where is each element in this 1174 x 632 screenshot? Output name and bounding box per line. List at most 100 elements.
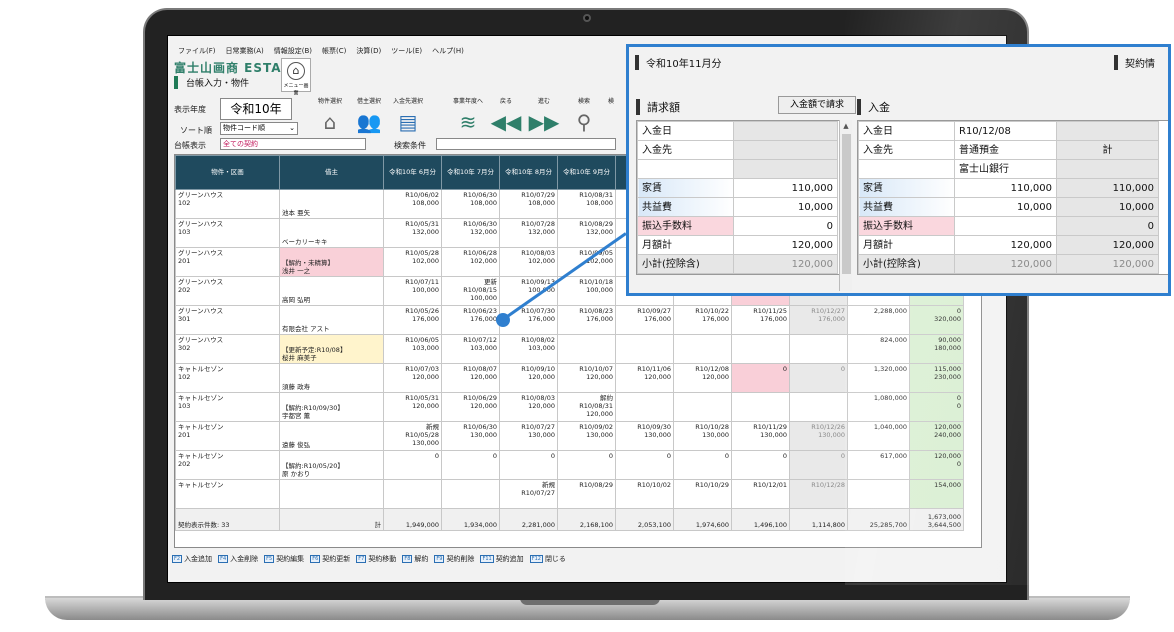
payment-cell[interactable] <box>731 334 790 364</box>
payment-cell[interactable]: 1,040,000 <box>847 421 910 451</box>
year-select[interactable]: 令和10年 <box>220 98 292 120</box>
owner-cell[interactable]: 遠藤 俊弘 <box>279 421 384 451</box>
grid-header-cell[interactable]: 令和10年 6月分 <box>383 155 442 190</box>
payment-cell[interactable]: 90,000 180,000 <box>909 334 964 364</box>
settings-button[interactable]: 検 <box>600 96 622 136</box>
sort-select[interactable]: 物件コード順 ⌄ <box>220 122 298 135</box>
fkey-button-f4[interactable]: F4 入金削除 <box>218 554 258 564</box>
payment-cell[interactable]: R10/10/28 130,000 <box>673 421 732 451</box>
back-button[interactable]: 戻る ◀◀ <box>488 96 524 136</box>
property-cell[interactable]: グリーンハウス 202 <box>175 276 280 306</box>
owner-cell[interactable]: 【解約:R10/09/30】 宇都宮 薫 <box>279 392 384 422</box>
payment-cell[interactable]: R10/08/07 120,000 <box>441 363 500 393</box>
deposit-total[interactable]: 110,000 <box>1056 178 1159 198</box>
property-cell[interactable]: グリーンハウス 301 <box>175 305 280 335</box>
payment-cell[interactable]: R10/06/30 108,000 <box>441 189 500 219</box>
payment-cell[interactable]: 1,320,000 <box>847 363 910 393</box>
owner-cell[interactable]: 【更新予定:R10/08】 桜井 麻美子 <box>279 334 384 364</box>
payment-cell[interactable] <box>441 479 500 509</box>
payment-cell[interactable]: R10/07/29 108,000 <box>499 189 558 219</box>
menu-item[interactable]: ファイル(F) <box>178 46 216 56</box>
deposit-total[interactable]: 計 <box>1056 140 1159 160</box>
payment-cell[interactable]: R10/06/05 103,000 <box>383 334 442 364</box>
menu-item[interactable]: 決算(D) <box>356 46 381 56</box>
payment-cell[interactable]: R10/05/31 120,000 <box>383 392 442 422</box>
owner-cell[interactable]: 池本 亜矢 <box>279 189 384 219</box>
fkey-button-f8[interactable]: F8 解約 <box>402 554 428 564</box>
billing-value[interactable] <box>733 121 838 141</box>
menu-item[interactable]: 帳票(C) <box>322 46 346 56</box>
table-row[interactable]: キャトルセゾン 202 【解約:R10/05/20】 原 かおり 0 0 0 0 0 0 0 0 6… <box>175 450 964 480</box>
payment-cell[interactable]: 0 <box>615 450 674 480</box>
payment-cell[interactable]: R10/08/03 120,000 <box>499 392 558 422</box>
payment-cell[interactable]: R10/08/23 176,000 <box>557 305 616 335</box>
owner-cell[interactable]: 高岡 弘明 <box>279 276 384 306</box>
fkey-button-f5[interactable]: F5 契約編集 <box>264 554 304 564</box>
deposit-value[interactable]: R10/12/08 <box>954 121 1057 141</box>
payment-cell[interactable]: R10/06/30 132,000 <box>441 218 500 248</box>
payment-cell[interactable]: 0 <box>731 363 790 393</box>
deposit-total[interactable]: 10,000 <box>1056 197 1159 217</box>
deposit-value[interactable]: 120,000 <box>954 254 1057 274</box>
payment-cell[interactable]: R10/06/23 176,000 <box>441 305 500 335</box>
deposit-value[interactable]: 110,000 <box>954 178 1057 198</box>
payment-cell[interactable]: R10/08/31 108,000 <box>557 189 616 219</box>
payment-cell[interactable]: R10/06/02 108,000 <box>383 189 442 219</box>
deposit-select-button[interactable]: 入金先選択 ▤ <box>390 96 426 136</box>
ledger-select[interactable]: 全ての契約 <box>220 138 366 150</box>
payment-cell[interactable]: R10/12/08 120,000 <box>673 363 732 393</box>
payment-cell[interactable]: 1,080,000 <box>847 392 910 422</box>
table-row[interactable]: キャトルセゾン 103 【解約:R10/09/30】 宇都宮 薫 R10/05/31… <box>175 392 964 422</box>
payment-cell[interactable] <box>731 392 790 422</box>
owner-cell[interactable]: 【解約:R10/05/20】 原 かおり <box>279 450 384 480</box>
owner-cell[interactable] <box>279 479 384 509</box>
property-cell[interactable]: キャトルセゾン 201 <box>175 421 280 451</box>
payment-cell[interactable]: R10/09/02 130,000 <box>557 421 616 451</box>
payment-cell[interactable]: R10/05/31 132,000 <box>383 218 442 248</box>
payment-cell[interactable]: R10/05/26 176,000 <box>383 305 442 335</box>
table-row[interactable]: グリーンハウス 301 有限会社 アスト R10/05/26 176,000 R10/… <box>175 305 964 335</box>
payment-cell[interactable]: R10/11/29 130,000 <box>731 421 790 451</box>
owner-cell[interactable]: ベーカリーキキ <box>279 218 384 248</box>
deposit-value[interactable] <box>954 216 1057 236</box>
payment-cell[interactable]: 0 <box>789 450 848 480</box>
billing-value[interactable] <box>733 140 838 160</box>
menu-item[interactable]: ヘルプ(H) <box>432 46 464 56</box>
property-cell[interactable]: グリーンハウス 103 <box>175 218 280 248</box>
payment-cell[interactable]: 115,000 230,000 <box>909 363 964 393</box>
payment-cell[interactable]: 0 <box>499 450 558 480</box>
billing-scrollbar[interactable]: ▲ <box>839 120 852 291</box>
payment-cell[interactable]: R10/07/28 132,000 <box>499 218 558 248</box>
grid-header-cell[interactable]: 令和10年 9月分 <box>557 155 616 190</box>
property-cell[interactable]: キャトルセゾン 102 <box>175 363 280 393</box>
payment-cell[interactable]: R10/10/22 176,000 <box>673 305 732 335</box>
property-cell[interactable]: グリーンハウス 201 <box>175 247 280 277</box>
grid-header-cell[interactable]: 物件・区画 <box>175 155 280 190</box>
property-cell[interactable]: キャトルセゾン <box>175 479 280 509</box>
payment-cell[interactable]: R10/09/10 120,000 <box>499 363 558 393</box>
payment-cell[interactable]: 120,000 0 <box>909 450 964 480</box>
fkey-button-f11[interactable]: F11 契約追加 <box>480 554 524 564</box>
billing-value[interactable]: 110,000 <box>733 178 838 198</box>
payment-cell[interactable] <box>789 392 848 422</box>
payment-cell[interactable]: 0 <box>731 450 790 480</box>
deposit-total[interactable]: 120,000 <box>1056 254 1159 274</box>
payment-cell[interactable]: 617,000 <box>847 450 910 480</box>
payment-cell[interactable]: R10/07/27 130,000 <box>499 421 558 451</box>
grid-header-cell[interactable]: 令和10年 8月分 <box>499 155 558 190</box>
payment-cell[interactable]: R10/05/28 102,000 <box>383 247 442 277</box>
payment-cell[interactable]: R10/12/01 <box>731 479 790 509</box>
payment-cell[interactable]: 0 320,000 <box>909 305 964 335</box>
deposit-total[interactable] <box>1056 121 1159 141</box>
property-cell[interactable]: グリーンハウス 302 <box>175 334 280 364</box>
search-cond-input[interactable] <box>436 138 616 150</box>
fkey-button-f7[interactable]: F7 契約移動 <box>356 554 396 564</box>
billing-value[interactable]: 10,000 <box>733 197 838 217</box>
payment-cell[interactable]: 0 <box>383 450 442 480</box>
property-cell[interactable]: キャトルセゾン 103 <box>175 392 280 422</box>
bill-by-deposit-button[interactable]: 入金額で請求 <box>778 96 856 114</box>
billing-value[interactable] <box>733 159 838 179</box>
deposit-total[interactable] <box>1056 159 1159 179</box>
fkey-button-f12[interactable]: F12 閉じる <box>529 554 566 564</box>
payment-cell[interactable] <box>789 334 848 364</box>
